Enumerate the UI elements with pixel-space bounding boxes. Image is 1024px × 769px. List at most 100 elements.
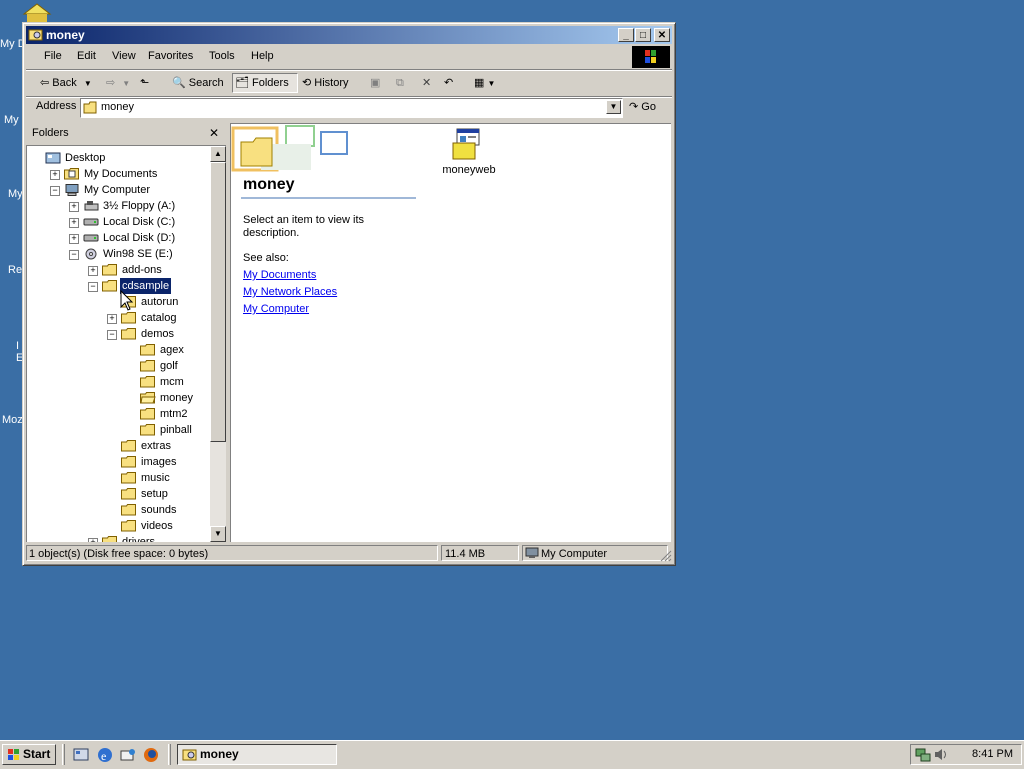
delete-button[interactable]: ✕ (422, 74, 431, 92)
desktop-label-my-network[interactable]: My (8, 188, 23, 200)
search-button[interactable]: 🔍 Search (172, 74, 224, 92)
tree-item-label: mtm2 (160, 408, 188, 420)
folders-pane-title: Folders (32, 127, 69, 139)
tree-item[interactable]: + drivers (27, 534, 207, 542)
copy-to-button[interactable]: ⧉ (396, 74, 404, 92)
desktop-label-ie-1[interactable]: I (16, 340, 19, 352)
desktop-label-mozilla[interactable]: Moz (2, 414, 23, 426)
forward-button[interactable]: ⇨ ▼ (106, 74, 130, 92)
tree-item[interactable]: sounds (27, 502, 207, 518)
tree-item[interactable]: images (27, 454, 207, 470)
history-button[interactable]: ⟲ History (302, 74, 349, 92)
taskbar-grip-2[interactable] (168, 744, 171, 765)
go-button[interactable]: ↷ Go (629, 100, 656, 113)
title-bar[interactable]: money _ □ ✕ (26, 26, 672, 44)
tree-item[interactable]: autorun (27, 294, 207, 310)
menu-edit[interactable]: Edit (77, 50, 96, 62)
tree-item[interactable]: + My Documents (27, 166, 207, 182)
address-value: money (101, 101, 135, 113)
scroll-up-button[interactable]: ▲ (210, 146, 226, 162)
outlook-express-icon[interactable] (119, 746, 137, 764)
folder-content-pane[interactable]: money Select an item to view its descrip… (230, 123, 671, 542)
scroll-down-button[interactable]: ▼ (210, 526, 226, 542)
tree-item-label: 3½ Floppy (A:) (103, 200, 176, 212)
tree-item[interactable]: extras (27, 438, 207, 454)
tree-item[interactable]: − cdsample (27, 277, 207, 295)
tree-item[interactable]: videos (27, 518, 207, 534)
clock[interactable]: 8:41 PM (972, 748, 1013, 760)
expand-icon[interactable]: + (69, 234, 79, 244)
expand-icon[interactable]: + (88, 266, 98, 276)
back-button[interactable]: ⇦ Back ▼ (40, 74, 92, 92)
collapse-icon[interactable]: − (88, 282, 98, 292)
tree-item[interactable]: + Local Disk (C:) (27, 214, 207, 230)
folder-icon (121, 488, 136, 500)
expand-icon[interactable]: + (69, 202, 79, 212)
move-to-button[interactable]: ▣ (370, 74, 380, 92)
tree-item[interactable]: setup (27, 486, 207, 502)
network-tray-icon[interactable] (915, 747, 931, 762)
scroll-thumb[interactable] (210, 162, 226, 442)
menu-view[interactable]: View (112, 50, 136, 62)
tree-item[interactable]: golf (27, 358, 207, 374)
file-label-moneyweb[interactable]: moneyweb (441, 164, 497, 176)
internet-explorer-icon[interactable]: e (96, 746, 114, 764)
expand-icon[interactable]: + (107, 314, 117, 324)
tree-item[interactable]: + Local Disk (D:) (27, 230, 207, 246)
tree-item[interactable]: money (27, 390, 207, 406)
folders-pane-close-icon[interactable]: ✕ (209, 126, 219, 140)
desktop-shortcut-icon[interactable] (22, 2, 52, 22)
expand-icon[interactable]: + (88, 538, 98, 542)
menu-help[interactable]: Help (251, 50, 274, 62)
link-my-documents[interactable]: My Documents (243, 269, 316, 281)
desktop-label-my-computer[interactable]: My (4, 114, 19, 126)
collapse-icon[interactable]: − (69, 250, 79, 260)
maximize-button[interactable]: □ (635, 28, 651, 42)
status-zone-label: My Computer (541, 548, 608, 560)
collapse-icon[interactable]: − (107, 330, 117, 340)
address-dropdown-button[interactable]: ▼ (606, 100, 621, 114)
tree-item[interactable]: +3½ Floppy (A:) (27, 198, 207, 214)
tree-item[interactable]: pinball (27, 422, 207, 438)
windows-logo-icon (632, 46, 670, 68)
tree-item[interactable]: − My Computer (27, 182, 207, 198)
tree-item[interactable]: agex (27, 342, 207, 358)
undo-button[interactable]: ↶ (444, 74, 453, 92)
menu-tools[interactable]: Tools (209, 50, 235, 62)
taskbar-task-money[interactable]: money (177, 744, 337, 765)
expand-icon[interactable]: + (69, 218, 79, 228)
start-button[interactable]: Start (2, 744, 56, 765)
tree-item[interactable]: + add-ons (27, 262, 207, 278)
tree-item[interactable]: − demos (27, 326, 207, 342)
up-folder-button[interactable]: ⬑ (140, 74, 149, 92)
my-documents-icon (64, 168, 79, 180)
folder-tree[interactable]: ▲ ▼ Desktop + My Documents − My Computer +3½ … (26, 145, 226, 542)
tree-item[interactable]: + catalog (27, 310, 207, 326)
menu-favorites[interactable]: Favorites (148, 50, 193, 62)
folder-tree-scrollbar[interactable]: ▲ ▼ (210, 146, 226, 542)
tree-item[interactable]: Desktop (27, 150, 207, 166)
taskbar-grip[interactable] (62, 744, 65, 765)
address-input[interactable]: money ▼ (80, 98, 623, 118)
expand-icon[interactable]: + (50, 170, 60, 180)
web-document-icon[interactable] (451, 127, 485, 161)
resize-grip-icon[interactable] (660, 550, 672, 562)
link-my-computer[interactable]: My Computer (243, 303, 309, 315)
desktop-label-recycle-bin[interactable]: Re (8, 264, 22, 276)
views-button[interactable]: ▦ ▼ (474, 74, 495, 92)
menu-file[interactable]: File (44, 50, 62, 62)
tree-item[interactable]: music (27, 470, 207, 486)
folders-button[interactable]: 🗂 Folders (232, 73, 298, 93)
folder-icon (140, 424, 155, 436)
show-desktop-icon[interactable] (72, 746, 90, 764)
tree-item[interactable]: mcm (27, 374, 207, 390)
link-my-network-places[interactable]: My Network Places (243, 286, 337, 298)
collapse-icon[interactable]: − (50, 186, 60, 196)
status-size: 11.4 MB (441, 545, 519, 561)
close-button[interactable]: ✕ (654, 28, 670, 42)
tree-item[interactable]: mtm2 (27, 406, 207, 422)
firefox-icon[interactable] (142, 746, 160, 764)
volume-icon[interactable] (933, 747, 949, 762)
tree-item[interactable]: − Win98 SE (E:) (27, 246, 207, 262)
minimize-button[interactable]: _ (618, 28, 634, 42)
